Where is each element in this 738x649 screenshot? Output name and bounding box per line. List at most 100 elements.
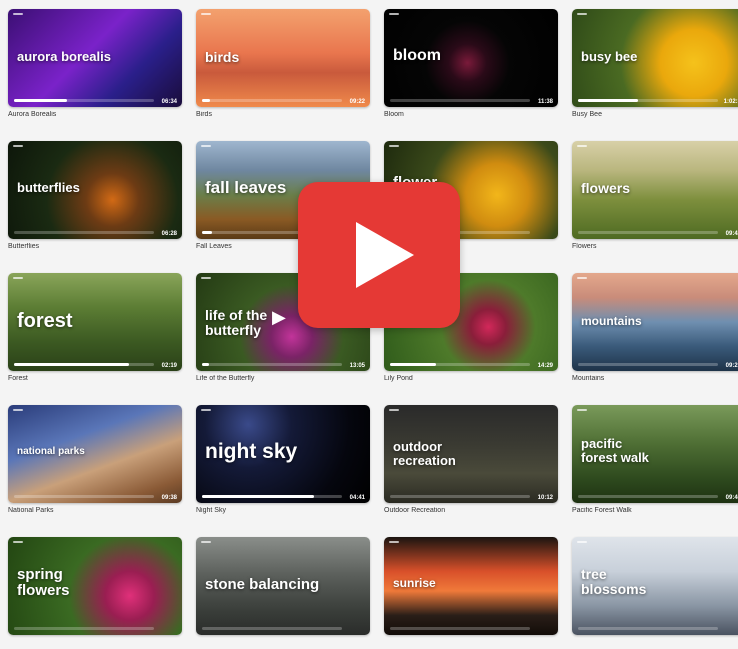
playback-progress-bar[interactable] <box>202 495 342 498</box>
video-thumbnail[interactable]: spring flowers <box>8 537 182 635</box>
video-tile-stone-balancing[interactable]: stone balancing <box>196 537 370 649</box>
video-thumbnail[interactable]: flowers 09:42 <box>572 141 738 239</box>
thumbnail-corner-mark <box>13 409 23 411</box>
video-duration: 09:38 <box>161 495 177 501</box>
thumbnail-corner-mark <box>13 277 23 279</box>
video-tile-busy-bee[interactable]: busy bee 1:02:3 Busy Bee <box>572 9 738 121</box>
video-duration: 04:41 <box>349 495 365 501</box>
video-tile-spring-flowers[interactable]: spring flowers <box>8 537 182 649</box>
video-tile-national-parks[interactable]: national parks 09:38 National Parks <box>8 405 182 517</box>
video-duration: 09:42 <box>725 231 738 237</box>
video-tile-mountains[interactable]: mountains 09:21 Mountains <box>572 273 738 385</box>
playback-progress-bar[interactable] <box>578 495 718 498</box>
video-caption[interactable]: Outdoor Recreation <box>384 507 558 517</box>
video-caption[interactable]: Lily Pond <box>384 375 558 385</box>
video-thumbnail[interactable]: outdoor recreation 10:12 <box>384 405 558 503</box>
playback-progress-bar[interactable] <box>14 495 154 498</box>
playback-progress-bar[interactable] <box>202 363 342 366</box>
playback-progress-bar[interactable] <box>202 99 342 102</box>
video-tile-night-sky[interactable]: night sky 04:41 Night Sky <box>196 405 370 517</box>
video-caption[interactable] <box>384 639 558 649</box>
thumbnail-corner-mark <box>201 145 211 147</box>
video-thumbnail[interactable]: butterflies 06:28 <box>8 141 182 239</box>
thumbnail-title: butterflies <box>17 180 80 195</box>
playback-progress-bar[interactable] <box>578 363 718 366</box>
video-tile-forest[interactable]: forest 02:19 Forest <box>8 273 182 385</box>
playback-progress-bar[interactable] <box>578 627 718 630</box>
playback-progress-fill <box>202 99 211 102</box>
video-thumbnail[interactable]: tree blossoms <box>572 537 738 635</box>
thumbnail-corner-mark <box>577 409 587 411</box>
thumbnail-title: tree blossoms <box>581 566 647 597</box>
playback-progress-bar[interactable] <box>14 231 154 234</box>
video-thumbnail[interactable]: mountains 09:21 <box>572 273 738 371</box>
playback-progress-bar[interactable] <box>202 627 342 630</box>
video-caption[interactable]: Busy Bee <box>572 111 738 121</box>
video-duration: 06:34 <box>161 99 177 105</box>
thumbnail-corner-mark <box>201 13 211 15</box>
playback-progress-bar[interactable] <box>14 99 154 102</box>
video-caption[interactable]: Flowers <box>572 243 738 253</box>
video-caption[interactable]: Forest <box>8 375 182 385</box>
video-tile-flowers[interactable]: flowers 09:42 Flowers <box>572 141 738 253</box>
video-thumbnail[interactable]: forest 02:19 <box>8 273 182 371</box>
video-caption[interactable]: Pacific Forest Walk <box>572 507 738 517</box>
thumbnail-title: night sky <box>205 440 298 463</box>
video-tile-sunrise[interactable]: sunrise <box>384 537 558 649</box>
thumbnail-corner-mark <box>13 13 23 15</box>
video-thumbnail[interactable]: aurora borealis 06:34 <box>8 9 182 107</box>
thumbnail-corner-mark <box>389 541 399 543</box>
video-tile-bloom[interactable]: bloom 11:38 Bloom <box>384 9 558 121</box>
playback-progress-bar[interactable] <box>578 99 718 102</box>
thumbnail-title: spring flowers <box>17 566 70 599</box>
video-thumbnail[interactable]: national parks 09:38 <box>8 405 182 503</box>
thumbnail-corner-mark <box>577 541 587 543</box>
video-duration: 06:28 <box>161 231 177 237</box>
video-caption[interactable]: Mountains <box>572 375 738 385</box>
video-duration: 13:05 <box>349 363 365 369</box>
video-thumbnail[interactable]: sunrise <box>384 537 558 635</box>
thumbnail-corner-mark <box>201 277 211 279</box>
video-tile-pacific-forest-walk[interactable]: pacific forest walk 09:40 Pacific Forest W… <box>572 405 738 517</box>
thumbnail-title: national parks <box>17 446 85 457</box>
video-tile-outdoor-recreation[interactable]: outdoor recreation 10:12 Outdoor Recreatio… <box>384 405 558 517</box>
small-play-icon: ▶ <box>272 307 286 327</box>
playback-progress-bar[interactable] <box>14 363 154 366</box>
video-duration: 11:38 <box>537 99 553 105</box>
video-thumbnail[interactable]: night sky 04:41 <box>196 405 370 503</box>
playback-progress-bar[interactable] <box>390 99 530 102</box>
video-tile-aurora-borealis[interactable]: aurora borealis 06:34 Aurora Borealis <box>8 9 182 121</box>
video-caption[interactable]: Night Sky <box>196 507 370 517</box>
video-caption[interactable]: Life of the Butterfly <box>196 375 370 385</box>
video-caption[interactable]: Aurora Borealis <box>8 111 182 121</box>
thumbnail-title: outdoor recreation <box>393 439 456 468</box>
video-thumbnail[interactable]: busy bee 1:02:3 <box>572 9 738 107</box>
video-caption[interactable]: Bloom <box>384 111 558 121</box>
video-caption[interactable]: Birds <box>196 111 370 121</box>
video-thumbnail[interactable]: bloom 11:38 <box>384 9 558 107</box>
playback-progress-fill <box>202 495 314 498</box>
video-caption[interactable] <box>196 639 370 649</box>
video-caption[interactable]: National Parks <box>8 507 182 517</box>
video-tile-tree-blossoms[interactable]: tree blossoms <box>572 537 738 649</box>
video-caption[interactable] <box>8 639 182 649</box>
video-thumbnail[interactable]: pacific forest walk 09:40 <box>572 405 738 503</box>
thumbnail-corner-mark <box>389 409 399 411</box>
video-duration: 10:12 <box>537 495 553 501</box>
thumbnail-title: bloom <box>393 47 441 64</box>
playback-progress-bar[interactable] <box>578 231 718 234</box>
playback-progress-fill <box>14 99 68 102</box>
video-caption[interactable]: Butterflies <box>8 243 182 253</box>
playback-progress-fill <box>202 231 212 234</box>
playback-progress-bar[interactable] <box>390 363 530 366</box>
video-caption[interactable] <box>572 639 738 649</box>
play-button[interactable] <box>298 182 460 328</box>
video-thumbnail[interactable]: stone balancing <box>196 537 370 635</box>
video-tile-birds[interactable]: birds 09:22 Birds <box>196 9 370 121</box>
play-icon <box>356 222 414 288</box>
playback-progress-bar[interactable] <box>14 627 154 630</box>
playback-progress-bar[interactable] <box>390 627 530 630</box>
video-tile-butterflies[interactable]: butterflies 06:28 Butterflies <box>8 141 182 253</box>
playback-progress-bar[interactable] <box>390 495 530 498</box>
video-thumbnail[interactable]: birds 09:22 <box>196 9 370 107</box>
